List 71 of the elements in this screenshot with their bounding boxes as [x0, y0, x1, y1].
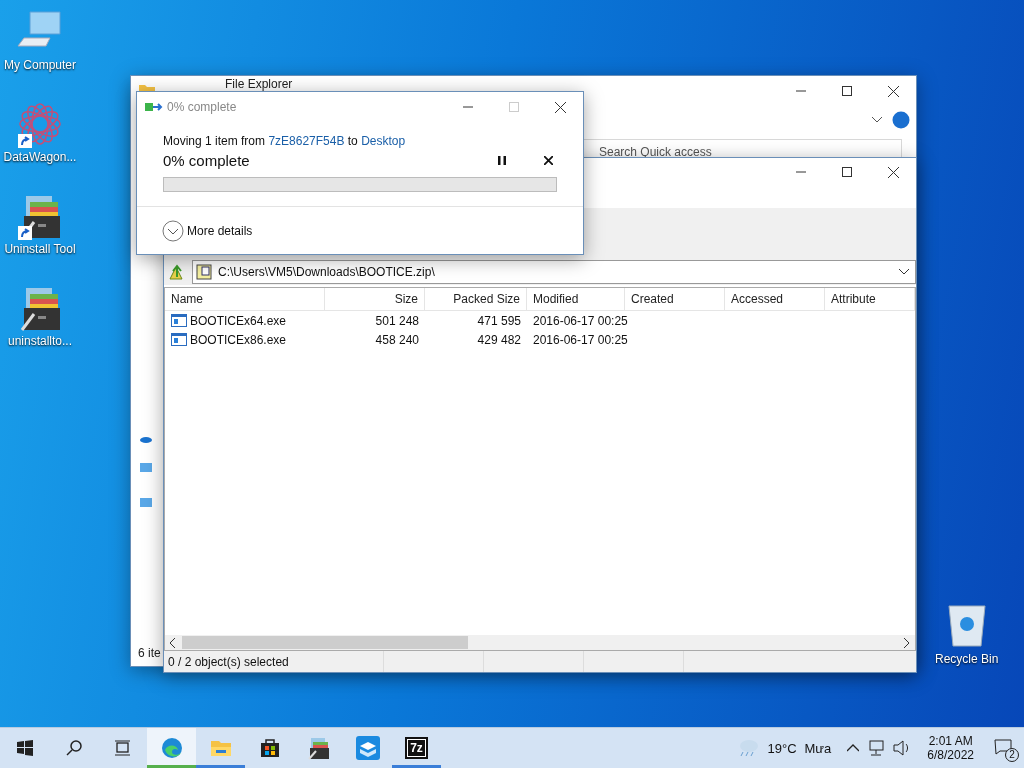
scrollbar-thumb[interactable] [182, 636, 468, 649]
box-app-icon [355, 736, 380, 760]
folder-link[interactable]: Desktop [361, 134, 406, 148]
exe-file-icon [171, 314, 187, 327]
progress-status: 0% complete [163, 152, 250, 169]
chevron-up-icon[interactable] [847, 744, 860, 752]
windows-logo-icon [16, 740, 33, 756]
notifications-button[interactable]: 2 [990, 734, 1016, 762]
transfer-message: Moving 1 item from 7zE8627F54B to Desktop [163, 134, 407, 148]
maximize-icon[interactable] [842, 167, 852, 177]
column-header[interactable]: Packed Size [425, 288, 527, 310]
desktop-shortcut[interactable]: Recycle Bin [935, 602, 999, 666]
temperature[interactable]: 19°C [767, 740, 797, 756]
file-name[interactable]: BOOTICEx64.exe [165, 311, 325, 330]
file-name[interactable]: BOOTICEx86.exe [165, 330, 325, 349]
up-folder-icon[interactable] [168, 263, 186, 281]
search-icon [65, 740, 82, 756]
cancel-icon[interactable] [544, 156, 553, 165]
pause-icon[interactable] [498, 156, 506, 165]
column-header[interactable]: Size [325, 288, 425, 310]
close-icon[interactable] [887, 85, 899, 97]
column-header[interactable]: Modified [527, 288, 625, 310]
table-cell-text: 2016-06-17 00:25 [532, 331, 625, 349]
more-details-link[interactable]: More details [187, 223, 253, 238]
chevron-down-icon[interactable] [872, 117, 882, 123]
desktop-icon-label: Recycle Bin [935, 652, 999, 666]
store-bag-icon [259, 738, 280, 758]
cabinet-icon [306, 736, 331, 760]
status-text: 6 ite [137, 646, 161, 662]
weather-condition[interactable]: Mưa [804, 740, 832, 756]
taskbar-button[interactable]: 7z [392, 728, 441, 768]
recycle-bin-icon [946, 602, 987, 648]
folder-icon [209, 738, 232, 758]
cloud-icon[interactable] [140, 435, 152, 443]
desktop-icon-label: uninstallto... [7, 334, 72, 348]
shortcut-arrow-icon [18, 226, 32, 240]
maximize-icon[interactable] [842, 86, 852, 96]
horizontal-scrollbar[interactable] [165, 635, 915, 650]
clock[interactable]: 2:01 AM 6/8/2022 [919, 734, 982, 762]
column-header[interactable]: Attribute [825, 288, 915, 310]
window-title: 0% complete [167, 100, 237, 114]
table-cell-text: 471 595 [476, 312, 522, 330]
exe-file-icon [171, 333, 187, 346]
browser-icon [160, 737, 183, 759]
column-header[interactable]: Created [625, 288, 725, 310]
shortcut-arrow-icon [18, 134, 32, 148]
close-icon[interactable] [887, 166, 899, 178]
network-graph-icon [16, 100, 64, 148]
move-files-icon [145, 101, 163, 113]
desktop-icon-label: DataWagon... [3, 150, 77, 164]
close-icon[interactable] [554, 101, 566, 113]
zip-file-icon [196, 264, 212, 280]
window-title: File Explorer [225, 78, 293, 91]
folder-link[interactable]: 7zE8627F54B [268, 134, 345, 148]
chevron-down-icon [899, 269, 909, 275]
table-cell-text: 2016-06-17 00:25 [532, 312, 625, 330]
notification-count: 2 [1005, 747, 1019, 762]
table-cell-text: 429 482 [476, 331, 522, 349]
expand-icon[interactable] [162, 219, 184, 242]
table-cell-text: 458 240 [374, 331, 420, 349]
column-header[interactable]: Accessed [725, 288, 825, 310]
archive-app-icon: 7z [405, 737, 428, 759]
table-cell-text: 501 248 [374, 312, 420, 330]
desktop-icon-label: My Computer [4, 58, 76, 72]
scroll-left-icon[interactable] [170, 637, 176, 648]
path-field[interactable]: C:\Users\VM5\Downloads\BOOTICE.zip\ [192, 260, 916, 284]
task-view-icon [113, 740, 132, 756]
desktop-icon-label: Uninstall Tool [4, 242, 76, 256]
scroll-right-icon[interactable] [904, 637, 910, 648]
status-text: 0 / 2 object(s) selected [164, 651, 384, 672]
column-header[interactable]: Name [165, 288, 325, 310]
